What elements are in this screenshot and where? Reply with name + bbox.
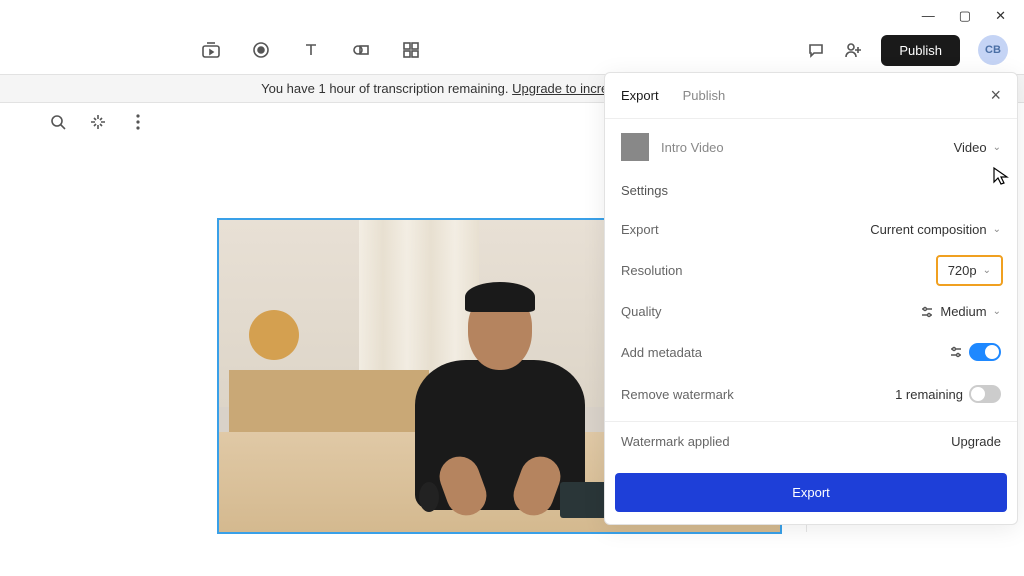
- upgrade-button[interactable]: Upgrade: [951, 434, 1001, 449]
- metadata-toggle[interactable]: [969, 343, 1001, 361]
- export-scope-label: Export: [621, 222, 870, 237]
- export-scope-row: Export Current composition⌄: [605, 210, 1017, 249]
- export-button[interactable]: Export: [615, 473, 1007, 512]
- topbar: Publish CB: [0, 28, 1024, 72]
- chevron-down-icon: ⌄: [993, 224, 1001, 235]
- resolution-row: Resolution 720p⌄: [605, 249, 1017, 292]
- sparkle-icon[interactable]: [88, 112, 108, 132]
- close-window-button[interactable]: ✕: [995, 8, 1006, 24]
- search-icon[interactable]: [48, 112, 68, 132]
- resolution-label: Resolution: [621, 263, 938, 278]
- tab-publish[interactable]: Publish: [683, 88, 726, 103]
- left-rail: [48, 102, 148, 132]
- sliders-icon[interactable]: [949, 345, 963, 359]
- notice-text: You have 1 hour of transcription remaini…: [261, 81, 512, 96]
- sliders-icon: [920, 305, 934, 319]
- quality-label: Quality: [621, 304, 920, 319]
- text-icon[interactable]: [300, 39, 322, 61]
- record-icon[interactable]: [250, 39, 272, 61]
- topbar-tools: [200, 39, 422, 61]
- watermark-applied-row: Watermark applied Upgrade: [605, 421, 1017, 461]
- more-icon[interactable]: [128, 112, 148, 132]
- avatar[interactable]: CB: [978, 35, 1008, 65]
- video-title: Intro Video: [661, 140, 724, 155]
- export-type-select[interactable]: Video⌄: [954, 140, 1001, 155]
- tab-export[interactable]: Export: [621, 88, 659, 103]
- chevron-down-icon: ⌄: [993, 306, 1001, 317]
- watermark-applied-label: Watermark applied: [621, 434, 951, 449]
- quality-select[interactable]: Medium⌄: [920, 304, 1001, 319]
- media-icon[interactable]: [200, 39, 222, 61]
- invite-icon[interactable]: [843, 41, 863, 59]
- metadata-label: Add metadata: [621, 345, 949, 360]
- remove-watermark-row: Remove watermark 1 remaining: [605, 373, 1017, 415]
- panel-tabs: Export Publish ×: [605, 73, 1017, 119]
- remove-watermark-label: Remove watermark: [621, 387, 895, 402]
- chevron-down-icon: ⌄: [993, 142, 1001, 153]
- remove-watermark-remaining: 1 remaining: [895, 387, 963, 402]
- minimize-button[interactable]: —: [922, 8, 935, 24]
- publish-button[interactable]: Publish: [881, 35, 960, 66]
- shapes-icon[interactable]: [350, 39, 372, 61]
- templates-icon[interactable]: [400, 39, 422, 61]
- remove-watermark-toggle[interactable]: [969, 385, 1001, 403]
- export-panel: Export Publish × Intro Video Video⌄ Sett…: [604, 72, 1018, 525]
- metadata-row: Add metadata: [605, 331, 1017, 373]
- settings-header: Settings: [605, 175, 1017, 210]
- export-title-row: Intro Video Video⌄: [605, 119, 1017, 175]
- comment-icon[interactable]: [807, 41, 825, 59]
- close-icon[interactable]: ×: [990, 85, 1001, 106]
- maximize-button[interactable]: ▢: [959, 8, 971, 24]
- topbar-right: Publish CB: [807, 35, 1008, 66]
- export-scope-select[interactable]: Current composition⌄: [870, 222, 1001, 237]
- video-thumbnail: [621, 133, 649, 161]
- chevron-down-icon: ⌄: [983, 265, 991, 276]
- resolution-select[interactable]: 720p⌄: [936, 255, 1003, 286]
- quality-row: Quality Medium⌄: [605, 292, 1017, 331]
